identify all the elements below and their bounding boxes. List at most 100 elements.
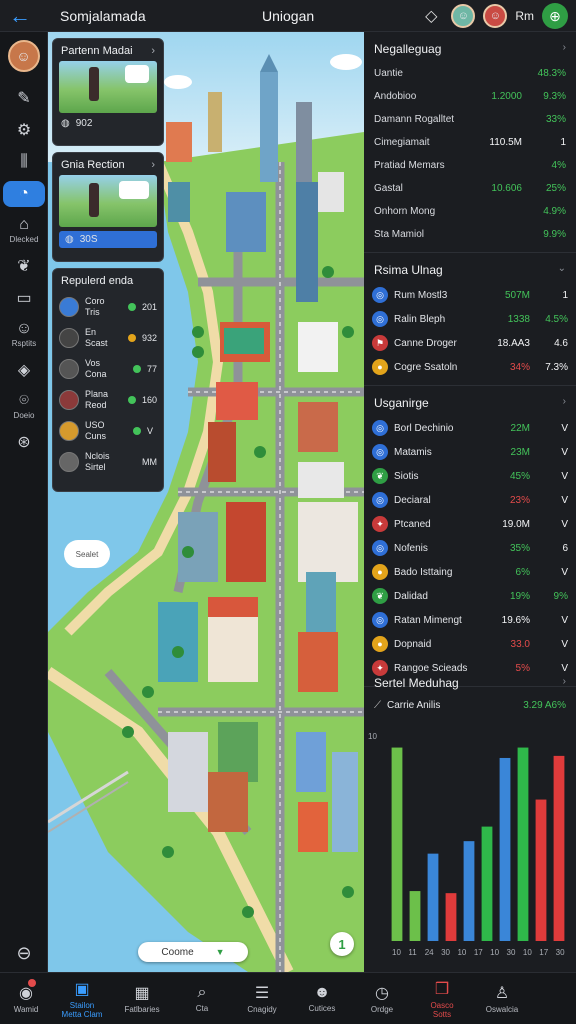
stat-row[interactable]: ● Bado Isttaing 6% V: [364, 560, 576, 584]
stats-section-overview: Negalleguag › Uantie 48.3% Andobioo 1.2000 9.…: [364, 32, 576, 253]
nav-item-bulletin[interactable]: ▣ Stailon Metta Clam: [52, 973, 112, 1024]
search-icon: ⌕: [197, 984, 207, 1001]
player-row[interactable]: Plana Reod 160: [53, 384, 163, 415]
globe-icon: ◎: [372, 287, 388, 303]
sidebar-item-frame[interactable]: ▭: [0, 282, 48, 314]
nav-item-list[interactable]: ☰ Cnagidy: [232, 973, 292, 1024]
quest-card-title: Partenn Madai: [61, 45, 133, 57]
stat-row[interactable]: ● Cogre Ssatoln 34% 7.3%: [364, 355, 576, 379]
player-row[interactable]: En Scast 932: [53, 322, 163, 353]
stat-value: 1.2000: [491, 91, 522, 102]
sidebar-item-gear[interactable]: ⚙: [0, 114, 48, 146]
stat-change: 25%: [545, 183, 566, 194]
chart-bar[interactable]: [427, 853, 439, 941]
stat-value: 45%: [509, 470, 530, 482]
tag-icon[interactable]: ◇: [419, 4, 443, 28]
status-dot: [133, 426, 141, 435]
nav-item-alert[interactable]: ◉ Wamid: [0, 973, 52, 1024]
chart-bar[interactable]: [409, 891, 421, 941]
stat-row[interactable]: ◎ Ralin Bleph 1338 4.5%: [364, 307, 576, 331]
stat-row[interactable]: ✦ Ptcaned 19.0M V: [364, 512, 576, 536]
nav-item-clock[interactable]: ◷ Ordge: [352, 973, 412, 1024]
quest-card[interactable]: Partenn Madai › ◍ 902: [52, 38, 164, 146]
stat-label: Bado Isttaing: [394, 566, 453, 578]
sidebar-item-building[interactable]: ⌂ Dlecked: [0, 210, 48, 250]
stat-row[interactable]: ◎ Rum Mostl3 507M 1: [364, 283, 576, 307]
back-arrow-icon[interactable]: ←: [0, 0, 40, 32]
sidebar-item-compass[interactable]: ⊛: [0, 426, 48, 458]
sidebar-item-leaf[interactable]: ❦: [0, 250, 48, 282]
player-row[interactable]: Coro Tris 201: [53, 291, 163, 322]
sidebar-item-chat[interactable]: ◔: [0, 178, 48, 210]
status-dot: [128, 458, 136, 466]
avatar[interactable]: ☺: [451, 4, 476, 28]
map-search-button[interactable]: Coome ▼: [138, 942, 248, 962]
chart-bar[interactable]: [535, 799, 547, 941]
add-icon[interactable]: ⊕: [542, 3, 568, 29]
stat-row[interactable]: ❦ Dalidad 19% 9%: [364, 584, 576, 608]
stat-value: 19.0M: [502, 518, 530, 530]
sidebar-item-pen[interactable]: ✎: [0, 82, 48, 114]
region-card-title: Gnia Rection: [61, 159, 125, 171]
stat-row[interactable]: ◎ Nofenis 35% 6: [364, 536, 576, 560]
region-thumbnail: [59, 175, 157, 227]
stat-value: 1338: [507, 313, 530, 325]
sidebar-item-drop[interactable]: ◈: [0, 354, 48, 386]
stat-value: 23%: [509, 494, 530, 506]
nav-item-gift[interactable]: ❒ Oasco Sotts: [412, 973, 472, 1024]
sidebar-item-map[interactable]: ⌾ Doeio: [0, 386, 48, 426]
chevron-right-icon[interactable]: ›: [563, 676, 566, 690]
city-map[interactable]: Partenn Madai › ◍ 902 Gnia Rection › ◍ 30S R…: [48, 32, 364, 972]
stats-panel: Negalleguag › Uantie 48.3% Andobioo 1.2000 9.…: [364, 32, 576, 972]
stat-change: 48.3%: [537, 68, 566, 79]
stat-row: Onhorn Mong 4.9%: [364, 200, 576, 223]
chevron-down-icon[interactable]: ⌄: [558, 263, 566, 277]
stat-row[interactable]: ⚑ Canne Droger 18.AA3 4.6: [364, 331, 576, 355]
coin-icon: ●: [372, 636, 388, 652]
stat-row[interactable]: ◎ Deciaral 23% V: [364, 488, 576, 512]
stat-change: 4.6: [554, 337, 568, 349]
region-card[interactable]: Gnia Rection › ◍ 30S: [52, 152, 164, 262]
nav-item-calendar[interactable]: ▦ Fatlbaries: [112, 973, 172, 1024]
region-card-footer: 30S: [79, 234, 98, 245]
profile-avatar[interactable]: ☺: [7, 40, 40, 72]
chevron-right-icon[interactable]: ›: [151, 45, 155, 57]
chart-bar[interactable]: [499, 757, 511, 941]
player-name: En: [85, 326, 97, 337]
nav-item-people[interactable]: ☻ Cutices: [292, 973, 352, 1024]
person-icon: ♙: [494, 985, 510, 1002]
chart-bar[interactable]: [481, 826, 493, 941]
chevron-right-icon[interactable]: ›: [151, 159, 155, 171]
stat-row[interactable]: ● Dopnaid 33.0 V: [364, 632, 576, 656]
stat-row[interactable]: ◎ Matamis 23M V: [364, 440, 576, 464]
stat-row[interactable]: ◎ Ratan Mimengt 19.6% V: [364, 608, 576, 632]
frame-icon: ▭: [16, 290, 32, 307]
chart-bar[interactable]: [463, 841, 475, 941]
chart-bar[interactable]: [517, 747, 529, 941]
nav-item-search[interactable]: ⌕ Cta: [172, 973, 232, 1024]
stat-change: V: [561, 470, 568, 482]
chart-bar[interactable]: [553, 755, 565, 941]
chart-bar[interactable]: [391, 747, 403, 941]
minus-circle-icon[interactable]: ⊖: [0, 943, 48, 964]
sidebar-item-people[interactable]: ☺ Rsptits: [0, 314, 48, 354]
map-counter-badge[interactable]: 1: [330, 932, 354, 956]
stat-change: V: [561, 422, 568, 434]
chart-title: Sertel Meduhag: [374, 676, 459, 690]
avatar[interactable]: ☺: [483, 4, 508, 28]
chevron-right-icon[interactable]: ›: [563, 42, 566, 56]
stat-row[interactable]: ❦ Siotis 45% V: [364, 464, 576, 488]
chart-bar[interactable]: [445, 893, 457, 941]
player-row[interactable]: Nclois Sirtel MM: [53, 446, 163, 477]
sidebar-item-bars[interactable]: ⫼: [0, 146, 48, 178]
player-row[interactable]: USO Cuns V: [53, 415, 163, 446]
chevron-right-icon[interactable]: ›: [563, 396, 566, 410]
players-card: Repulerd enda Coro Tris 201 En Scast 932 Vos Co…: [52, 268, 164, 492]
stat-change: 9.3%: [543, 91, 566, 102]
avatar: [59, 451, 79, 472]
nav-item-person[interactable]: ♙ Oswalcia: [472, 973, 532, 1024]
stat-label: Pratiad Memars: [374, 160, 445, 171]
player-row[interactable]: Vos Cona 77: [53, 353, 163, 384]
stat-row[interactable]: ◎ Borl Dechinio 22M V: [364, 416, 576, 440]
player-subname: Reod: [85, 399, 107, 410]
